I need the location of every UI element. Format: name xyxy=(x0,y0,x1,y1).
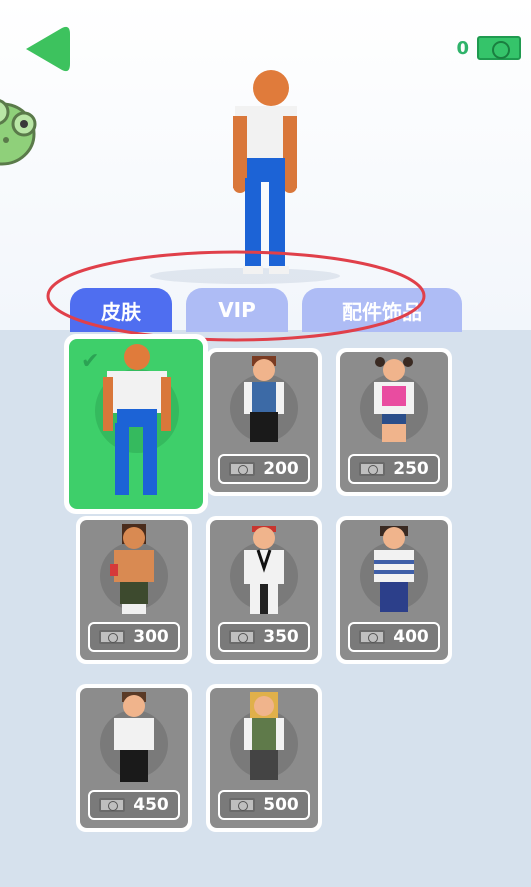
price-tag: 350 xyxy=(218,622,310,652)
skin-card-pink-top[interactable]: 250 xyxy=(336,348,452,496)
cash-icon xyxy=(477,36,521,60)
skin-figure xyxy=(110,524,154,614)
skin-figure xyxy=(244,356,284,442)
skin-card-brown-hair[interactable]: 200 xyxy=(206,348,322,496)
cash-icon xyxy=(99,630,126,644)
price-tag: 450 xyxy=(88,790,180,820)
skin-card-blonde[interactable]: 500 xyxy=(206,684,322,832)
category-tabs: 皮肤 VIP 配件饰品 xyxy=(0,288,531,332)
skin-figure xyxy=(374,526,414,612)
currency-display: 0 xyxy=(456,36,521,60)
skin-figure xyxy=(244,526,284,614)
price-tag: 200 xyxy=(218,454,310,484)
frog-icon[interactable] xyxy=(0,92,38,166)
price-tag: 250 xyxy=(348,454,440,484)
preview-area: 0 xyxy=(0,0,531,330)
skin-card-karate[interactable]: 350 xyxy=(206,516,322,664)
skin-figure xyxy=(374,357,414,442)
character-preview xyxy=(233,70,297,274)
cash-icon xyxy=(229,798,256,812)
tab-vip[interactable]: VIP xyxy=(186,288,288,332)
price-tag: 300 xyxy=(88,622,180,652)
skin-card-default[interactable]: ✔ xyxy=(64,334,208,514)
skin-card-white-tee[interactable]: 450 xyxy=(76,684,192,832)
cash-icon xyxy=(359,462,386,476)
tab-skin[interactable]: 皮肤 xyxy=(70,288,172,332)
cash-icon xyxy=(359,630,386,644)
cash-icon xyxy=(229,630,256,644)
skin-figure xyxy=(114,692,154,782)
skin-card-sailor[interactable]: 400 xyxy=(336,516,452,664)
skin-figure xyxy=(244,692,284,780)
check-icon: ✔ xyxy=(81,349,100,374)
currency-balance: 0 xyxy=(456,37,469,59)
price-tag: 500 xyxy=(218,790,310,820)
price-tag: 400 xyxy=(348,622,440,652)
cash-icon xyxy=(229,462,256,476)
back-arrow-icon[interactable] xyxy=(22,24,74,74)
skin-figure xyxy=(103,344,171,495)
tab-accessories[interactable]: 配件饰品 xyxy=(302,288,462,332)
cash-icon xyxy=(99,798,126,812)
skin-card-fighter[interactable]: 300 xyxy=(76,516,192,664)
